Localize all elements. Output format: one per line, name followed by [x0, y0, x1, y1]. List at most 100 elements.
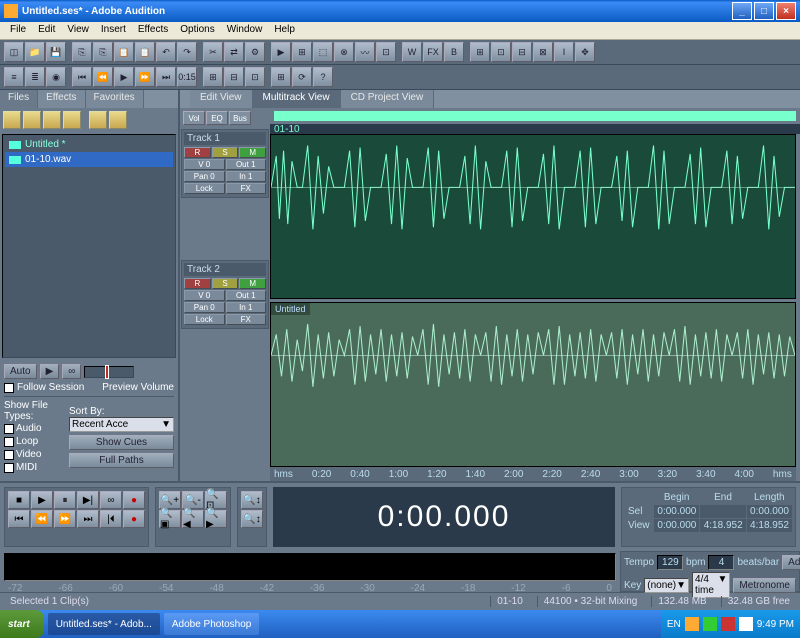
tool-s3[interactable]: ⊟ — [512, 42, 532, 62]
sel-length[interactable]: 0:00.000 — [747, 505, 792, 518]
taskbar-app[interactable]: Adobe Photoshop — [164, 613, 260, 635]
record-arm[interactable]: R — [184, 278, 211, 289]
minimize-button[interactable]: _ — [732, 2, 752, 20]
lock[interactable]: Lock — [184, 314, 225, 325]
menu-edit[interactable]: Edit — [32, 22, 61, 39]
tool-open[interactable]: 📁 — [25, 42, 45, 62]
tool-paste[interactable]: 📋 — [114, 42, 134, 62]
play-to-end[interactable]: ▶| — [77, 491, 99, 509]
type-midi-chk[interactable]: ✓ — [4, 463, 14, 473]
loop-button[interactable]: ∞ — [62, 364, 81, 379]
sort-combo[interactable]: Recent Acce▼ — [69, 417, 174, 432]
tempo-value[interactable]: 129 — [657, 555, 683, 570]
maximize-button[interactable]: □ — [754, 2, 774, 20]
tool-trim[interactable]: ✂ — [203, 42, 223, 62]
zoom-sel[interactable]: 🔍▣ — [159, 510, 181, 528]
prev-marker[interactable]: |⏴ — [100, 510, 122, 528]
go-end[interactable]: ⏭ — [77, 510, 99, 528]
file-list[interactable]: Untitled * 01-10.wav — [2, 134, 176, 358]
zoom-out-h[interactable]: 🔍- — [182, 491, 204, 509]
view-edit[interactable]: ≡ — [4, 67, 24, 87]
nav-time[interactable]: 0:15 — [177, 67, 197, 87]
lock[interactable]: Lock — [184, 183, 225, 194]
view-end[interactable]: 4:18.952 — [700, 519, 745, 532]
zoom-in-v[interactable]: 🔍↕ — [241, 491, 263, 509]
fx[interactable]: FX — [226, 183, 267, 194]
help[interactable]: ? — [313, 67, 333, 87]
tool-copy[interactable]: ⎘ — [72, 42, 92, 62]
tool-copynew[interactable]: ⎘ — [93, 42, 113, 62]
type-video-chk[interactable]: ✓ — [4, 450, 14, 460]
show-cues-button[interactable]: Show Cues — [69, 435, 174, 450]
time-sig-combo[interactable]: 4/4 time▼ — [692, 572, 730, 598]
track-name[interactable]: Track 1 — [184, 132, 266, 145]
mixer[interactable]: ⊞ — [271, 67, 291, 87]
record-button[interactable]: ● — [123, 491, 145, 509]
beats-value[interactable]: 4 — [708, 555, 734, 570]
tool-save[interactable]: 💾 — [46, 42, 66, 62]
dock-3[interactable]: ⊡ — [245, 67, 265, 87]
mute[interactable]: M — [239, 147, 266, 158]
volume[interactable]: V 0 — [184, 159, 225, 170]
view-length[interactable]: 4:18.952 — [747, 519, 792, 532]
panel-opt1[interactable] — [89, 111, 107, 129]
taskbar-app[interactable]: Untitled.ses* - Adob... — [48, 613, 160, 635]
nav-start[interactable]: ⏮ — [72, 67, 92, 87]
preview-volume-slider[interactable] — [84, 366, 134, 378]
nav-rew[interactable]: ⏪ — [93, 67, 113, 87]
mute[interactable]: M — [239, 278, 266, 289]
play-button[interactable]: ▶ — [40, 364, 60, 379]
zoom-in-left[interactable]: 🔍◀ — [182, 510, 204, 528]
tool-settings[interactable]: ⚙ — [245, 42, 265, 62]
menu-options[interactable]: Options — [174, 22, 220, 39]
tab-multitrack-view[interactable]: Multitrack View — [253, 90, 341, 108]
tray-icon[interactable] — [721, 617, 735, 631]
stop-button[interactable]: ■ — [8, 491, 30, 509]
view-cd[interactable]: ◉ — [46, 67, 66, 87]
panel-opt2[interactable] — [109, 111, 127, 129]
menu-help[interactable]: Help — [268, 22, 301, 39]
go-start[interactable]: ⏮ — [8, 510, 30, 528]
view-begin[interactable]: 0:00.000 — [654, 519, 699, 532]
start-button[interactable]: start — [0, 610, 44, 638]
bus-tab[interactable]: Bus — [229, 111, 251, 125]
output[interactable]: Out 1 — [226, 290, 267, 301]
menu-effects[interactable]: Effects — [132, 22, 174, 39]
metronome-button[interactable]: Metronome — [733, 578, 796, 593]
type-loop-chk[interactable]: ✓ — [4, 437, 14, 447]
tray-icon[interactable] — [685, 617, 699, 631]
close-button[interactable]: × — [776, 2, 796, 20]
tool-s1[interactable]: ⊞ — [470, 42, 490, 62]
tool-new[interactable]: ◫ — [4, 42, 24, 62]
pan[interactable]: Pan 0 — [184, 302, 225, 313]
record-arm[interactable]: R — [184, 147, 211, 158]
punch-record[interactable]: ● — [123, 510, 145, 528]
tool-cursor[interactable]: I — [554, 42, 574, 62]
time-ruler[interactable]: hms0:200:401:001:201:402:002:202:403:003… — [270, 467, 796, 481]
eq-tab[interactable]: EQ — [206, 111, 228, 125]
sel-end[interactable] — [700, 505, 745, 518]
dock-1[interactable]: ⊞ — [203, 67, 223, 87]
overview-bar[interactable] — [274, 111, 796, 121]
language-indicator[interactable]: EN — [667, 619, 681, 630]
volume[interactable]: V 0 — [184, 290, 225, 301]
tab-cd-view[interactable]: CD Project View — [341, 90, 435, 108]
input[interactable]: In 1 — [226, 302, 267, 313]
track-name[interactable]: Track 2 — [184, 263, 266, 276]
panel-insert[interactable] — [43, 111, 61, 129]
pan[interactable]: Pan 0 — [184, 171, 225, 182]
nav-end[interactable]: ⏭ — [156, 67, 176, 87]
input[interactable]: In 1 — [226, 171, 267, 182]
tool-s2[interactable]: ⊡ — [491, 42, 511, 62]
refresh[interactable]: ⟳ — [292, 67, 312, 87]
tray-icon[interactable] — [703, 617, 717, 631]
nav-ff[interactable]: ⏩ — [135, 67, 155, 87]
zoom-full[interactable]: 🔍⊡ — [205, 491, 227, 509]
waveform-track-1[interactable] — [270, 134, 796, 299]
tool-convert[interactable]: ⇄ — [224, 42, 244, 62]
tool-s4[interactable]: ⊠ — [533, 42, 553, 62]
solo[interactable]: S — [212, 278, 239, 289]
type-audio-chk[interactable]: ✓ — [4, 424, 14, 434]
tool-mixpaste[interactable]: 📋 — [135, 42, 155, 62]
full-paths-button[interactable]: Full Paths — [69, 453, 174, 468]
